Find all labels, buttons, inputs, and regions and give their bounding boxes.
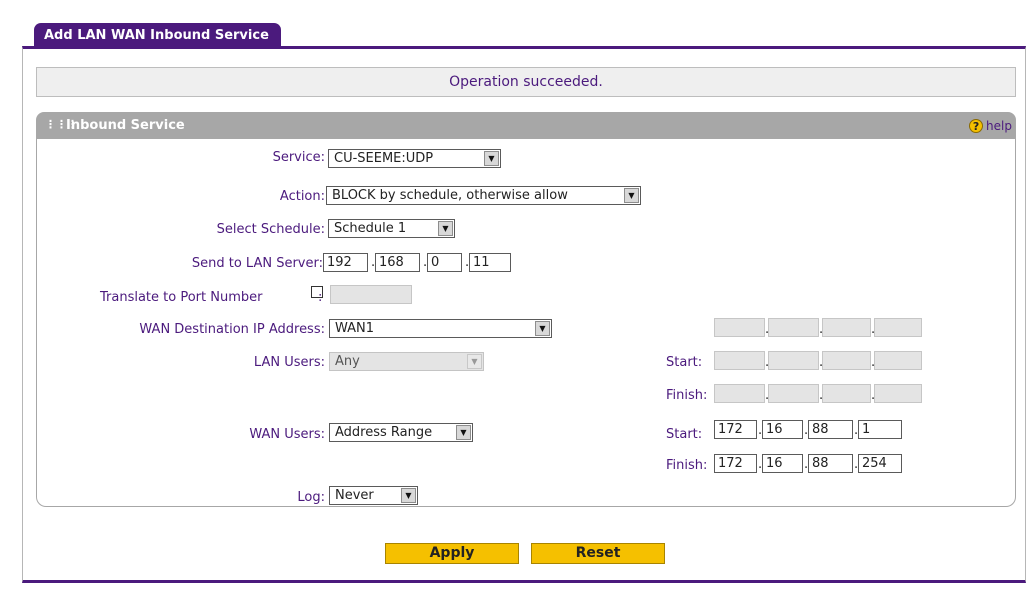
log-label: Log: [297, 490, 325, 505]
wan-destination-select[interactable]: WAN1 ▼ [329, 319, 552, 338]
wan-users-finish-label: Finish: [666, 458, 708, 473]
octet-separator: . [758, 457, 763, 472]
wan-users-start-octet-4[interactable]: 1 [858, 420, 902, 439]
wan-destination-label: WAN Destination IP Address: [139, 322, 325, 337]
lan-users-start-label: Start: [666, 355, 703, 370]
octet-separator: . [758, 423, 763, 438]
lan-server-label: Send to LAN Server: [191, 256, 323, 271]
help-link[interactable]: ? help [969, 117, 1012, 134]
section-header: ⋮⋮⋮ Inbound Service ? help [36, 112, 1016, 139]
service-value: CU-SEEME:UDP [334, 151, 434, 166]
octet-separator: . [371, 255, 376, 270]
octet-separator: . [804, 423, 809, 438]
wan-users-select[interactable]: Address Range ▼ [329, 423, 473, 442]
lan-server-octet-4[interactable]: 11 [469, 253, 511, 272]
section-title: Inbound Service [66, 118, 185, 133]
wan-users-start-octet-3[interactable]: 88 [808, 420, 853, 439]
wan-users-finish-octet-3[interactable]: 88 [808, 454, 853, 473]
log-value: Never [335, 488, 374, 503]
apply-button[interactable]: Apply [385, 543, 519, 564]
wan-users-value: Address Range [335, 425, 433, 440]
translate-port-input[interactable] [330, 285, 412, 304]
chevron-down-icon: ▼ [456, 425, 471, 440]
chevron-down-icon: ▼ [535, 321, 550, 336]
chevron-down-icon: ▼ [401, 488, 416, 503]
wan-users-label: WAN Users: [249, 427, 325, 442]
wan-destination-value: WAN1 [335, 321, 375, 336]
wan-destination-octet-4[interactable] [874, 318, 922, 337]
wan-users-start-octet-2[interactable]: 16 [762, 420, 803, 439]
chevron-down-icon: ▼ [484, 151, 499, 166]
schedule-select[interactable]: Schedule 1 ▼ [328, 219, 455, 238]
wan-destination-octet-3[interactable] [822, 318, 871, 337]
action-label: Action: [279, 189, 325, 204]
page-tab: Add LAN WAN Inbound Service [34, 23, 281, 48]
lan-server-octet-2[interactable]: 168 [375, 253, 420, 272]
lan-users-finish-octet-1[interactable] [714, 384, 765, 403]
lan-users-start-octet-2[interactable] [768, 351, 819, 370]
lan-users-finish-octet-2[interactable] [768, 384, 819, 403]
octet-separator: . [854, 457, 859, 472]
translate-port-colon: : [318, 290, 323, 305]
wan-users-finish-octet-1[interactable]: 172 [714, 454, 757, 473]
octet-separator: . [804, 457, 809, 472]
chevron-down-icon: ▼ [624, 188, 639, 203]
wan-destination-octet-2[interactable] [768, 318, 819, 337]
lan-users-start-octet-3[interactable] [822, 351, 871, 370]
lan-users-finish-octet-4[interactable] [874, 384, 922, 403]
lan-server-octet-3[interactable]: 0 [427, 253, 462, 272]
wan-users-start-label: Start: [666, 427, 703, 442]
action-value: BLOCK by schedule, otherwise allow [332, 188, 568, 203]
chevron-down-icon: ▼ [438, 221, 453, 236]
wan-users-start-octet-1[interactable]: 172 [714, 420, 757, 439]
lan-users-start-octet-1[interactable] [714, 351, 765, 370]
translate-port-label: Translate to Port Number [100, 290, 263, 305]
action-select[interactable]: BLOCK by schedule, otherwise allow ▼ [326, 186, 641, 205]
lan-users-finish-label: Finish: [666, 388, 708, 403]
lan-users-value: Any [335, 354, 360, 369]
lan-users-start-octet-4[interactable] [874, 351, 922, 370]
octet-separator: . [465, 255, 470, 270]
lan-users-finish-octet-3[interactable] [822, 384, 871, 403]
octet-separator: . [423, 255, 428, 270]
schedule-value: Schedule 1 [334, 221, 407, 236]
log-select[interactable]: Never ▼ [329, 486, 418, 505]
help-label: help [986, 118, 1012, 133]
lan-server-octet-1[interactable]: 192 [323, 253, 368, 272]
octet-separator: . [854, 423, 859, 438]
reset-button[interactable]: Reset [531, 543, 665, 564]
help-icon: ? [969, 118, 984, 133]
service-label: Service: [272, 150, 325, 165]
service-select[interactable]: CU-SEEME:UDP ▼ [328, 149, 501, 168]
lan-users-select[interactable]: Any ▼ [329, 352, 484, 371]
chevron-down-icon: ▼ [467, 354, 482, 369]
status-message: Operation succeeded. [36, 67, 1016, 97]
wan-users-finish-octet-2[interactable]: 16 [762, 454, 803, 473]
lan-users-label: LAN Users: [253, 355, 325, 370]
wan-destination-octet-1[interactable] [714, 318, 765, 337]
schedule-label: Select Schedule: [216, 222, 325, 237]
wan-users-finish-octet-4[interactable]: 254 [858, 454, 902, 473]
